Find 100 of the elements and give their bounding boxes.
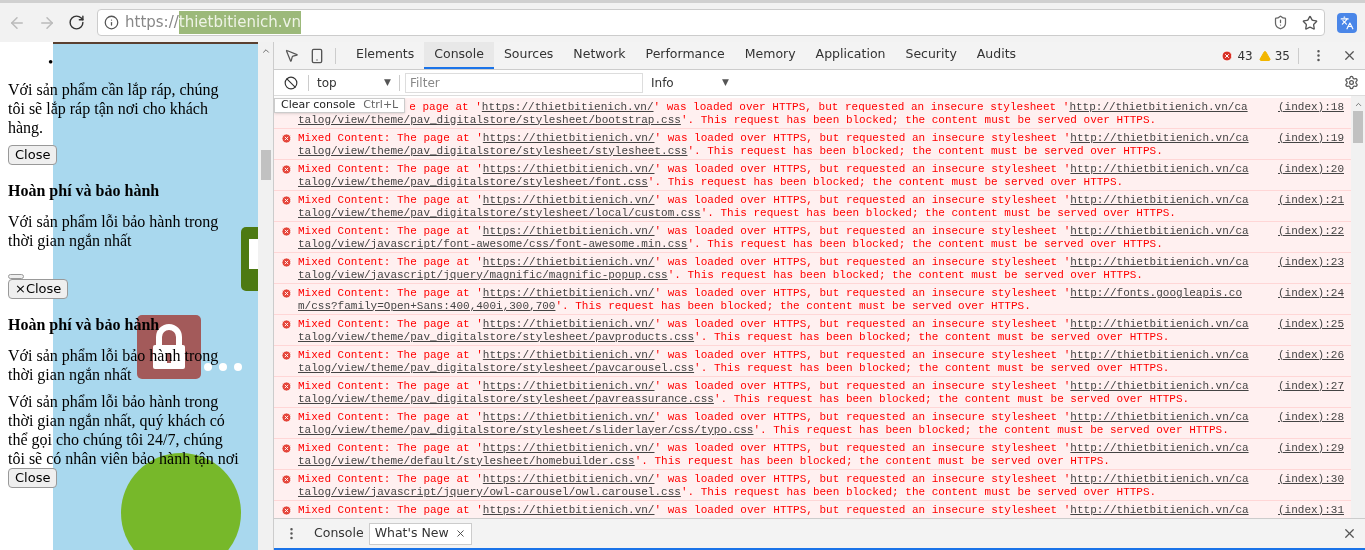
scrollbar[interactable] xyxy=(258,42,273,550)
resource-link[interactable]: http://thietbitienich.vn/ca xyxy=(1070,194,1249,207)
resource-link[interactable]: talog/view/theme/pav_digitalstore/stylesheet/stylesheet.css xyxy=(298,144,688,157)
devtools-tab[interactable]: Elements xyxy=(346,42,425,69)
page-link[interactable]: https://thietbitienich.vn/ xyxy=(482,194,655,207)
resource-link[interactable]: talog/view/theme/default/stylesheet/homebuilder.css xyxy=(298,454,635,467)
close-icon[interactable] xyxy=(1342,48,1357,63)
resource-link[interactable]: talog/view/theme/pav_digitalstore/stylesheet/sliderlayer/css/typo.css xyxy=(298,423,754,436)
shield-icon[interactable] xyxy=(1273,15,1288,30)
drawer-close-icon[interactable] xyxy=(1342,526,1357,541)
source-link[interactable]: (index):24 xyxy=(1273,287,1351,314)
page-link[interactable]: https://thietbitienich.vn/ xyxy=(482,132,655,145)
page-link[interactable]: https://thietbitienich.vn/ xyxy=(482,163,655,176)
resource-link[interactable]: talog/view/theme/pav_digitalstore/stylesheet/pavreassurance.css xyxy=(298,392,714,405)
resource-link[interactable]: http://thietbitienich.vn/ca xyxy=(1070,504,1249,517)
resource-link[interactable]: talog/view/javascript/jquery/owl-carousel/owl.carousel.css xyxy=(298,485,681,498)
message-text: Mixed Content: The page at ' xyxy=(298,473,483,486)
resource-link[interactable]: http://thietbitienich.vn/ca xyxy=(1070,318,1249,331)
page-link[interactable]: https://thietbitienich.vn/ xyxy=(482,349,655,362)
devtools-tab[interactable]: Performance xyxy=(635,42,735,69)
close-button[interactable]: ×Close xyxy=(8,279,69,299)
scrollbar-thumb[interactable] xyxy=(1353,111,1363,143)
source-link[interactable]: (index):26 xyxy=(1273,349,1351,376)
devtools-tab[interactable]: Application xyxy=(805,42,896,69)
devtools-tab[interactable]: Security xyxy=(895,42,967,69)
page-link[interactable]: https://thietbitienich.vn/ xyxy=(482,411,655,424)
resource-link[interactable]: talog/view/theme/pav_digitalstore/stylesheet/pavcarousel.css xyxy=(298,361,695,374)
source-link[interactable]: (index):21 xyxy=(1273,194,1351,221)
source-link[interactable]: (index):27 xyxy=(1273,380,1351,407)
context-select[interactable]: top ▼ xyxy=(309,73,399,92)
source-link[interactable]: (index):20 xyxy=(1273,163,1351,190)
console-scrollbar[interactable] xyxy=(1351,96,1365,518)
message-text: ' was loaded over HTTPS, but requested an insecure stylesheet ' xyxy=(654,442,1071,455)
resource-link[interactable]: http://thietbitienich.vn/ca xyxy=(1070,163,1249,176)
resource-link[interactable]: talog/view/theme/pav_digitalstore/stylesheet/font.css xyxy=(298,175,648,188)
resource-link[interactable]: http://thietbitienich.vn/ca xyxy=(1070,256,1249,269)
devtools-tab[interactable]: Sources xyxy=(493,42,564,69)
clear-icon[interactable] xyxy=(284,75,298,90)
scroll-up-icon[interactable] xyxy=(260,46,271,56)
close-button[interactable]: Close xyxy=(8,468,58,488)
scrollbar-thumb[interactable] xyxy=(260,150,271,180)
page-link[interactable]: https://thietbitienich.vn/ xyxy=(481,101,654,114)
source-link[interactable]: (index):19 xyxy=(1273,132,1351,159)
source-link[interactable]: (index):30 xyxy=(1273,473,1351,500)
page-link[interactable]: https://thietbitienich.vn/ xyxy=(482,442,655,455)
star-icon[interactable] xyxy=(1302,14,1318,31)
source-link[interactable]: (index):28 xyxy=(1273,411,1351,438)
resource-link[interactable]: http://thietbitienich.vn/ca xyxy=(1069,101,1248,114)
source-link[interactable]: (index):29 xyxy=(1273,442,1351,469)
source-link[interactable]: (index):25 xyxy=(1273,318,1351,345)
message-text: Mixed Content: The page at ' xyxy=(298,380,483,393)
level-select[interactable]: Info ▼ xyxy=(649,73,731,92)
resource-link[interactable]: http://thietbitienich.vn/ca xyxy=(1070,411,1249,424)
resource-link[interactable]: http://thietbitienich.vn/ca xyxy=(1070,380,1249,393)
resource-link[interactable]: talog/view/theme/pav_digitalstore/stylesheet/pavproducts.css xyxy=(298,330,695,343)
resource-link[interactable]: http://thietbitienich.vn/ca xyxy=(1070,473,1249,486)
page-link[interactable]: https://thietbitienich.vn/ xyxy=(482,504,655,517)
resource-link[interactable]: http://thietbitienich.vn/ca xyxy=(1070,349,1249,362)
warning-count: 35 xyxy=(1274,47,1290,65)
message-text: ' was loaded over HTTPS, but requested an insecure stylesheet ' xyxy=(654,473,1071,486)
resource-link[interactable]: talog/view/theme/pav_digitalstore/stylesheet/local/custom.css xyxy=(298,206,701,219)
message-text: Mixed Content: The page at ' xyxy=(298,287,483,300)
translate-icon[interactable] xyxy=(1337,12,1357,33)
source-link[interactable]: (index):31 xyxy=(1273,504,1351,518)
devtools-tab[interactable]: Memory xyxy=(734,42,806,69)
resource-link[interactable]: http://thietbitienich.vn/ca xyxy=(1070,132,1249,145)
filter-field[interactable]: Filter xyxy=(405,72,643,93)
page-link[interactable]: https://thietbitienich.vn/ xyxy=(482,256,655,269)
error-icon xyxy=(280,505,292,516)
close-icon[interactable] xyxy=(454,528,466,539)
message-text: Mixed Content: The page at ' xyxy=(298,411,483,424)
source-link[interactable]: (index):23 xyxy=(1273,256,1351,283)
reload-icon[interactable] xyxy=(68,14,85,31)
info-icon[interactable] xyxy=(104,15,119,30)
resource-link[interactable]: talog/view/theme/pav_digitalstore/stylesheet/bootstrap.css xyxy=(298,113,681,126)
message-text: '. This request has been blocked; the content must be served over HTTPS. xyxy=(753,423,1229,436)
resource-link[interactable]: http://thietbitienich.vn/ca xyxy=(1070,225,1249,238)
devtools-tab[interactable]: Audits xyxy=(966,42,1027,69)
source-link[interactable]: (index):18 xyxy=(1273,101,1351,128)
resource-link[interactable]: talog/view/javascript/font-awesome/css/font-awesome.min.css xyxy=(298,237,688,250)
resource-link[interactable]: http://fonts.googleapis.co xyxy=(1070,287,1242,300)
page-link[interactable]: https://thietbitienich.vn/ xyxy=(482,225,655,238)
devtools-tab[interactable]: Network xyxy=(563,42,636,69)
page-link[interactable]: https://thietbitienich.vn/ xyxy=(482,473,655,486)
inspect-icon[interactable] xyxy=(284,48,299,63)
resource-link[interactable]: m/css?family=Open+Sans:400,400i,300,700 xyxy=(298,299,556,312)
drawer-tab[interactable]: What's New xyxy=(368,522,472,545)
devtools-tab[interactable]: Console xyxy=(424,42,494,69)
page-link[interactable]: https://thietbitienich.vn/ xyxy=(482,287,655,300)
page-link[interactable]: https://thietbitienich.vn/ xyxy=(482,380,655,393)
message-text: ' was loaded over HTTPS, but requested an insecure stylesheet ' xyxy=(654,504,1071,517)
page-link[interactable]: https://thietbitienich.vn/ xyxy=(482,318,655,331)
source-link[interactable]: (index):22 xyxy=(1273,225,1351,252)
scroll-up-icon[interactable] xyxy=(1353,100,1363,109)
settings-icon[interactable] xyxy=(1344,75,1359,90)
drawer-tab[interactable]: Console xyxy=(309,522,369,545)
device-icon[interactable] xyxy=(309,47,325,64)
resource-link[interactable]: talog/view/javascript/jquery/magnific/magnific-popup.css xyxy=(298,268,668,281)
close-button[interactable]: Close xyxy=(8,145,58,165)
resource-link[interactable]: http://thietbitienich.vn/ca xyxy=(1070,442,1249,455)
